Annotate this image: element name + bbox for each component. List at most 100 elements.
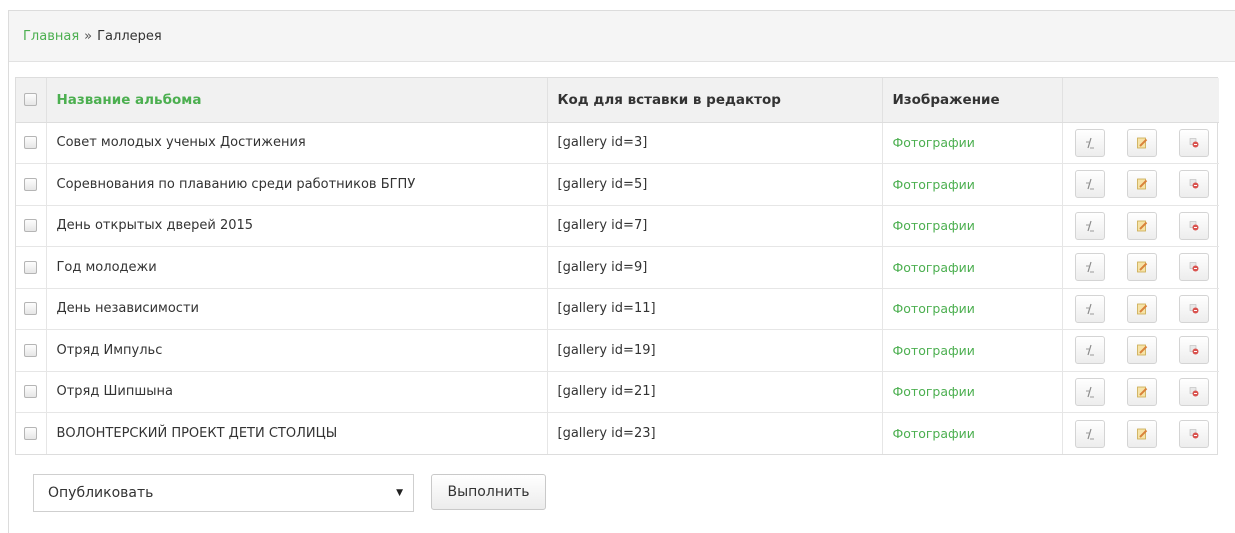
- embed-code: [gallery id=7]: [546, 204, 882, 247]
- sort-button[interactable]: [1074, 128, 1105, 157]
- row-select-cell: [16, 329, 46, 371]
- sort-button[interactable]: [1074, 294, 1105, 323]
- select-all-cell: [16, 78, 46, 123]
- edit-icon: [1136, 178, 1148, 190]
- row-checkbox[interactable]: [24, 177, 38, 191]
- delete-button[interactable]: [1179, 377, 1209, 406]
- embed-code: [gallery id=23]: [546, 412, 882, 454]
- row-checkbox[interactable]: [24, 427, 38, 440]
- photos-link[interactable]: Фотографии: [881, 122, 1062, 164]
- embed-code: [gallery id=5]: [546, 163, 882, 205]
- sort-button[interactable]: [1074, 211, 1105, 240]
- actions-header: [1061, 78, 1219, 123]
- photos-link[interactable]: Фотографии: [881, 204, 1062, 247]
- album-name: Отряд Импульс: [45, 329, 547, 371]
- row-select-cell: [16, 204, 46, 247]
- row-checkbox[interactable]: [24, 343, 38, 357]
- execute-button[interactable]: Выполнить: [431, 474, 546, 510]
- embed-code: [gallery id=3]: [546, 122, 882, 164]
- table-header-row: Название альбома Код для вставки в редак…: [16, 78, 1219, 123]
- delete-button[interactable]: [1179, 253, 1209, 282]
- row-checkbox[interactable]: [24, 260, 38, 274]
- sort-button[interactable]: [1074, 419, 1105, 448]
- delete-icon: [1188, 386, 1200, 398]
- code-header: Код для вставки в редактор: [546, 78, 882, 123]
- sort-button[interactable]: [1074, 377, 1105, 406]
- row-select-cell: [16, 163, 46, 205]
- row-select-cell: [16, 287, 46, 330]
- breadcrumb-separator: »: [84, 28, 93, 44]
- album-name: Отряд Шипшына: [45, 370, 547, 413]
- photos-link[interactable]: Фотографии: [881, 246, 1062, 288]
- photos-link[interactable]: Фотографии: [881, 163, 1062, 205]
- album-name: Соревнования по плаванию среди работнико…: [45, 163, 547, 205]
- delete-button[interactable]: [1179, 211, 1209, 240]
- edit-icon: [1136, 220, 1148, 232]
- delete-icon: [1188, 178, 1200, 190]
- table-row: Год молодежи [gallery id=9] Фотографии: [16, 246, 1219, 288]
- sort-icon: [1084, 344, 1096, 356]
- edit-button[interactable]: [1126, 336, 1157, 365]
- photos-link[interactable]: Фотографии: [881, 412, 1062, 454]
- sort-button[interactable]: [1074, 170, 1105, 199]
- edit-button[interactable]: [1126, 419, 1157, 448]
- photos-link[interactable]: Фотографии: [881, 287, 1062, 330]
- table-row: ВОЛОНТЕРСКИЙ ПРОЕКТ ДЕТИ СТОЛИЦЫ [gallery…: [16, 412, 1219, 454]
- delete-button[interactable]: [1179, 419, 1209, 448]
- edit-icon: [1136, 428, 1148, 440]
- delete-icon: [1188, 220, 1200, 232]
- row-checkbox[interactable]: [24, 385, 38, 399]
- photos-link[interactable]: Фотографии: [881, 370, 1062, 413]
- row-actions: [1061, 246, 1219, 288]
- delete-button[interactable]: [1179, 170, 1209, 199]
- delete-icon: [1188, 344, 1200, 356]
- sort-icon: [1084, 137, 1096, 149]
- edit-icon: [1136, 344, 1148, 356]
- table-row: Соревнования по плаванию среди работнико…: [16, 163, 1219, 205]
- delete-icon: [1188, 303, 1200, 315]
- edit-button[interactable]: [1126, 128, 1157, 157]
- sort-icon: [1084, 261, 1096, 273]
- row-actions: [1061, 122, 1219, 164]
- breadcrumb-current: Галлерея: [97, 28, 162, 44]
- edit-button[interactable]: [1126, 294, 1157, 323]
- edit-icon: [1136, 303, 1148, 315]
- photos-link[interactable]: Фотографии: [881, 329, 1062, 371]
- bulk-action-select[interactable]: Опубликовать ▼: [33, 474, 414, 512]
- sort-button[interactable]: [1074, 336, 1105, 365]
- table-row: Отряд Импульс [gallery id=19] Фотографии: [16, 329, 1219, 371]
- image-header: Изображение: [881, 78, 1062, 123]
- row-checkbox[interactable]: [24, 219, 38, 233]
- table-row: День независимости [gallery id=11] Фотогра…: [16, 287, 1219, 330]
- edit-button[interactable]: [1126, 253, 1157, 282]
- sort-button[interactable]: [1074, 253, 1105, 282]
- delete-button[interactable]: [1179, 336, 1209, 365]
- delete-button[interactable]: [1179, 294, 1209, 323]
- edit-button[interactable]: [1126, 170, 1157, 199]
- row-checkbox[interactable]: [24, 136, 38, 150]
- row-select-cell: [16, 412, 46, 454]
- breadcrumb: Главная » Галлерея: [9, 11, 1235, 62]
- edit-button[interactable]: [1126, 211, 1157, 240]
- table-row: Отряд Шипшына [gallery id=21] Фотографии: [16, 370, 1219, 413]
- edit-icon: [1136, 386, 1148, 398]
- albums-table: Название альбома Код для вставки в редак…: [15, 77, 1219, 455]
- delete-button[interactable]: [1179, 128, 1209, 157]
- sort-icon: [1084, 178, 1096, 190]
- row-actions: [1061, 412, 1219, 454]
- delete-icon: [1188, 137, 1200, 149]
- album-name: Совет молодых ученых Достижения: [45, 122, 547, 164]
- edit-icon: [1136, 137, 1148, 149]
- embed-code: [gallery id=9]: [546, 246, 882, 288]
- table-row: Совет молодых ученых Достижения [gallery …: [16, 122, 1219, 164]
- delete-icon: [1188, 261, 1200, 273]
- edit-button[interactable]: [1126, 377, 1157, 406]
- sort-icon: [1084, 220, 1096, 232]
- embed-code: [gallery id=19]: [546, 329, 882, 371]
- breadcrumb-home-link[interactable]: Главная: [23, 29, 79, 44]
- select-all-checkbox[interactable]: [24, 93, 38, 107]
- album-name-header[interactable]: Название альбома: [45, 78, 547, 123]
- row-checkbox[interactable]: [24, 302, 38, 316]
- sort-icon: [1084, 303, 1096, 315]
- embed-code: [gallery id=11]: [546, 287, 882, 330]
